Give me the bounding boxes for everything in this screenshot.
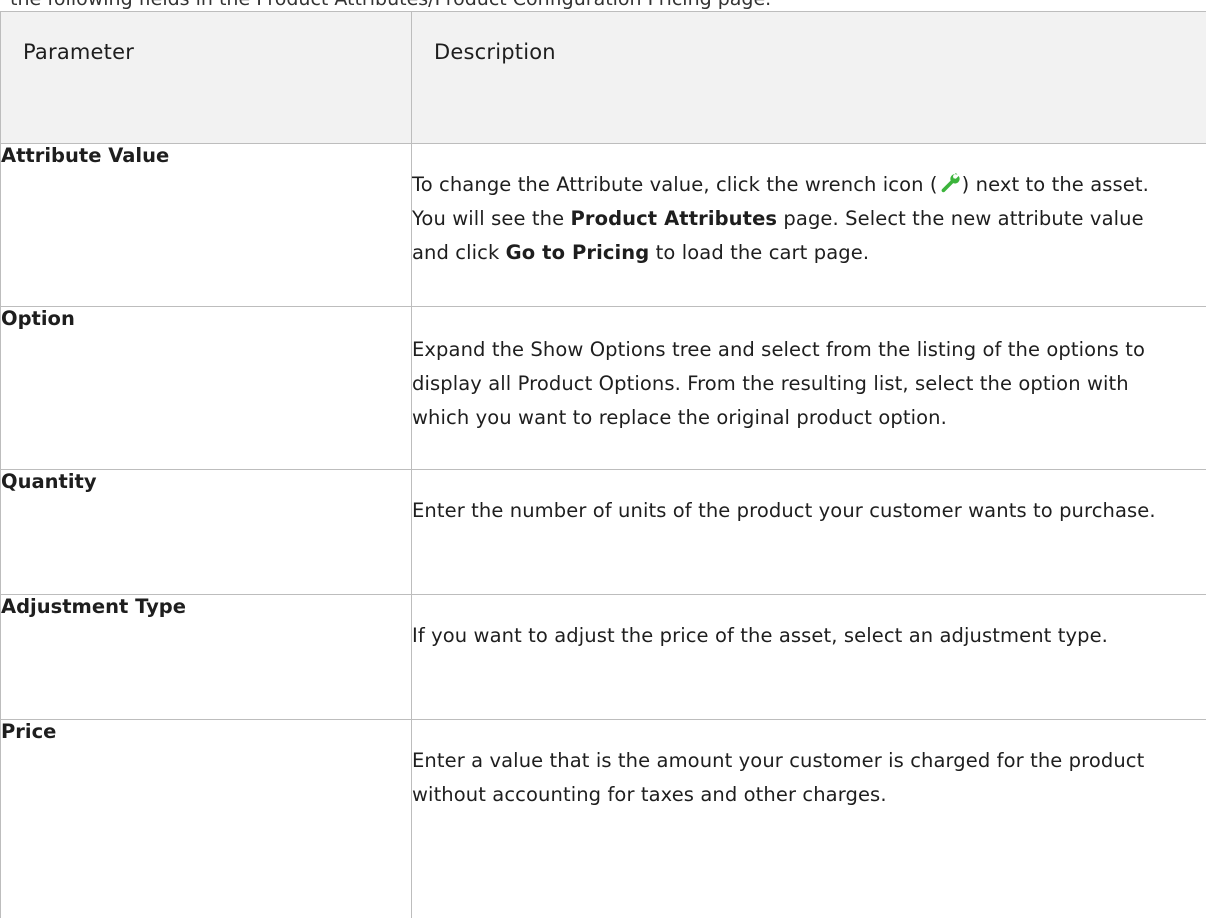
header-parameter: Parameter <box>0 11 412 144</box>
param-desc-option: Expand the Show Options tree and select … <box>411 306 1206 470</box>
param-name-price: Price <box>0 719 412 918</box>
table-row: Attribute Value To change the Attribute … <box>0 143 1206 307</box>
param-desc-adjustment-type: If you want to adjust the price of the a… <box>411 594 1206 720</box>
table-header-row: Parameter Description <box>0 11 1206 144</box>
param-desc-price: Enter a value that is the amount your cu… <box>411 719 1206 918</box>
intro-text: the following fields in the Product Attr… <box>10 0 771 11</box>
table-row: Option Expand the Show Options tree and … <box>0 306 1206 470</box>
table-row: Adjustment Type If you want to adjust th… <box>0 594 1206 720</box>
param-desc-attribute-value: To change the Attribute value, click the… <box>411 143 1206 307</box>
param-name-adjustment-type: Adjustment Type <box>0 594 412 720</box>
wrench-icon <box>941 173 960 193</box>
parameters-table: Parameter Description Attribute Value To… <box>0 11 1206 918</box>
param-name-quantity: Quantity <box>0 469 412 595</box>
header-description: Description <box>411 11 1206 144</box>
param-name-attribute-value: Attribute Value <box>0 143 412 307</box>
param-desc-quantity: Enter the number of units of the product… <box>411 469 1206 595</box>
document-page: the following fields in the Product Attr… <box>0 0 1206 918</box>
param-name-option: Option <box>0 306 412 470</box>
table-row: Quantity Enter the number of units of th… <box>0 469 1206 595</box>
table-row: Price Enter a value that is the amount y… <box>0 719 1206 918</box>
